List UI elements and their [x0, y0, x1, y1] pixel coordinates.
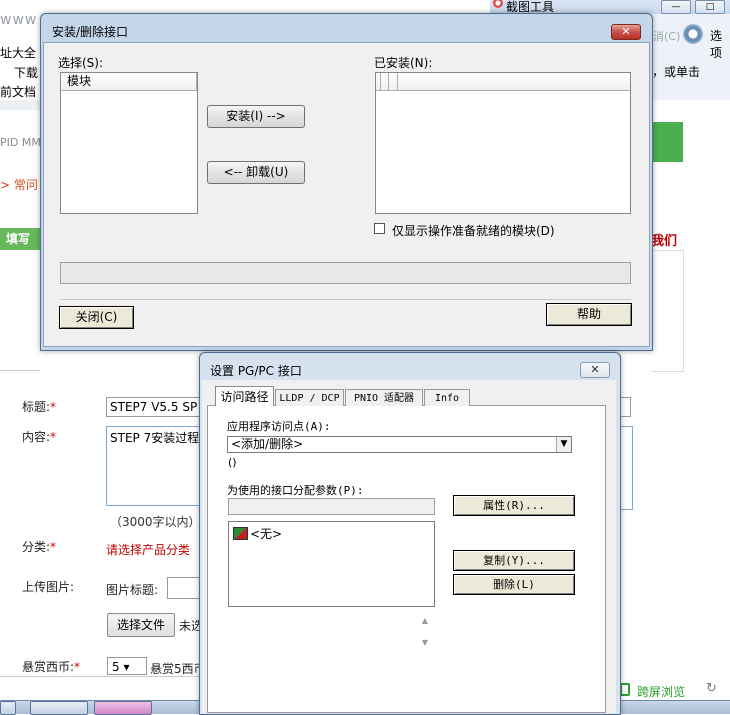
- category-select[interactable]: 请选择产品分类: [106, 541, 190, 558]
- faq-link[interactable]: > 常问: [0, 176, 38, 193]
- required-mark: *: [74, 660, 81, 674]
- installed-modules-list[interactable]: [375, 72, 631, 214]
- interface-list[interactable]: <无>: [228, 521, 435, 607]
- content-textarea[interactable]: STEP 7安装过程: [106, 426, 201, 506]
- installed-list-header: [376, 73, 630, 91]
- available-modules-list[interactable]: 模块: [60, 72, 198, 214]
- ready-only-label: 仅显示操作准备就绪的模块(D): [392, 224, 555, 238]
- reward-hint: 悬赏5西币: [150, 662, 206, 676]
- status-bar: [60, 262, 631, 284]
- address-bar-fragment: www: [0, 12, 38, 28]
- close-button[interactable]: ✕: [611, 24, 641, 40]
- dialog-title: 安装/删除接口: [52, 25, 129, 39]
- close-icon: ✕: [590, 363, 600, 376]
- dialog-title: 设置 PG/PC 接口: [210, 364, 302, 378]
- minimize-button[interactable]: —: [661, 0, 691, 14]
- contact-link[interactable]: 我们: [651, 230, 677, 249]
- access-point-label: 应用程序访问点(A):: [227, 420, 331, 433]
- required-mark: *: [50, 430, 57, 444]
- required-mark: *: [50, 400, 57, 414]
- reward-field-label: 悬赏西币:*: [22, 660, 81, 674]
- access-point-value: <添加/删除>: [231, 437, 304, 451]
- breadcrumb: PID MM: [0, 136, 41, 149]
- choose-file-button[interactable]: 选择文件: [107, 613, 175, 637]
- tab-access-path[interactable]: 访问路径: [215, 386, 274, 406]
- category-field-label: 分类:*: [22, 540, 57, 554]
- access-point-detail: (): [228, 456, 237, 469]
- access-point-select[interactable]: <添加/删除> ▼: [227, 436, 572, 453]
- select-label: 选择(S):: [58, 56, 104, 70]
- close-icon: ✕: [621, 25, 631, 38]
- image-title-label: 图片标题:: [106, 583, 159, 597]
- installed-label: 已安装(N):: [374, 56, 433, 70]
- search-button[interactable]: [651, 122, 683, 162]
- cancel-button[interactable]: 消(C): [653, 28, 680, 44]
- capture-hint: ，或单击: [652, 65, 701, 79]
- cross-screen-link[interactable]: 跨屏浏览: [637, 683, 685, 700]
- page-strip: [0, 100, 40, 110]
- title-input[interactable]: STEP7 V5.5 SP: [106, 397, 206, 417]
- divider: [0, 676, 200, 677]
- bookmark-item[interactable]: 址大全: [0, 44, 36, 61]
- reward-select[interactable]: 5 ▾: [107, 657, 147, 675]
- refresh-icon[interactable]: ↻: [706, 681, 717, 696]
- install-button[interactable]: 安装(I) -->: [207, 105, 305, 128]
- tab-info[interactable]: Info: [424, 389, 470, 406]
- column-header-module[interactable]: 模块: [61, 73, 197, 91]
- delete-button[interactable]: 删除(L): [453, 574, 575, 595]
- tab-pnio-adapter[interactable]: PNIO 适配器: [345, 389, 423, 406]
- bookmark-item-documents[interactable]: 前文档: [0, 83, 36, 100]
- dropdown-arrow-icon[interactable]: ▼: [556, 437, 571, 452]
- column-header[interactable]: [380, 73, 389, 90]
- image-title-input[interactable]: [167, 577, 201, 599]
- close-button[interactable]: ✕: [580, 362, 610, 378]
- title-field-label: 标题:*: [22, 400, 57, 414]
- upload-field-label: 上传图片:: [22, 580, 75, 594]
- interface-list-label: <无>: [250, 527, 283, 541]
- title-input-end[interactable]: [620, 397, 631, 417]
- char-limit-hint: （3000字以内）: [110, 515, 201, 529]
- required-mark: *: [50, 540, 57, 554]
- properties-button[interactable]: 属性(R)...: [453, 495, 575, 516]
- ready-only-checkbox[interactable]: [374, 223, 385, 234]
- ask-question-tab[interactable]: 填写问: [0, 228, 40, 268]
- network-none-icon: [233, 527, 248, 540]
- param-label: 为使用的接口分配参数(P):: [227, 484, 364, 497]
- dropdown-arrow-icon: ▾: [123, 660, 130, 674]
- close-dialog-button[interactable]: 关闭(C): [59, 306, 134, 329]
- phone-icon: [620, 683, 630, 696]
- spin-up-icon[interactable]: ▲: [420, 616, 430, 626]
- interface-list-item[interactable]: <无>: [233, 525, 282, 542]
- options-button[interactable]: 选项: [710, 27, 730, 61]
- bookmark-item-download[interactable]: 下载: [14, 64, 38, 81]
- gear-icon: [683, 24, 703, 44]
- help-button[interactable]: 帮助: [546, 303, 632, 326]
- maximize-button[interactable]: □: [695, 0, 725, 14]
- param-field: [228, 498, 435, 515]
- spin-control[interactable]: ▲ ▼: [420, 616, 430, 654]
- copy-button[interactable]: 复制(Y)...: [453, 550, 575, 571]
- uninstall-button[interactable]: <-- 卸载(U): [207, 161, 305, 184]
- content-textarea-end[interactable]: [620, 426, 633, 510]
- spin-down-icon[interactable]: ▼: [420, 638, 430, 648]
- form-section-right: [651, 250, 684, 372]
- content-field-label: 内容:*: [22, 430, 57, 444]
- divider: [60, 299, 631, 300]
- form-section: [0, 250, 40, 371]
- tab-lldp-dcp[interactable]: LLDP / DCP: [275, 389, 344, 406]
- column-header[interactable]: [390, 73, 398, 90]
